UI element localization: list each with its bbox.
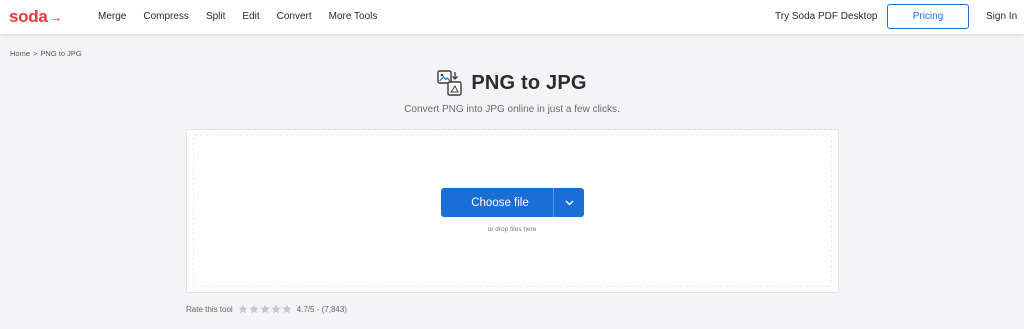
star-rating[interactable] (238, 304, 292, 314)
drop-hint-text: or drop files here (487, 226, 537, 233)
star-icon[interactable] (282, 304, 292, 314)
logo-text: soda (9, 7, 48, 26)
page-subtitle: Convert PNG into JPG online in just a fe… (404, 104, 620, 115)
star-icon[interactable] (238, 304, 248, 314)
nav-item-split[interactable]: Split (206, 11, 225, 22)
breadcrumb-home[interactable]: Home (10, 49, 30, 58)
breadcrumb-separator: > (33, 49, 38, 58)
top-navigation-bar: soda → Merge Compress Split Edit Convert … (0, 0, 1024, 34)
nav-item-merge[interactable]: Merge (98, 11, 126, 22)
chevron-down-icon[interactable] (554, 188, 584, 217)
rating-section: Rate this tool 4.7/5 - (7,843) (186, 304, 347, 314)
nav-item-more-tools[interactable]: More Tools (329, 11, 378, 22)
soda-logo[interactable]: soda → (9, 7, 62, 27)
sign-in-link[interactable]: Sign In (986, 11, 1017, 22)
star-icon[interactable] (260, 304, 270, 314)
rating-label: Rate this tool (186, 304, 233, 314)
star-icon[interactable] (271, 304, 281, 314)
nav-item-convert[interactable]: Convert (277, 11, 312, 22)
page-title: PNG to JPG (471, 71, 587, 94)
nav-item-edit[interactable]: Edit (242, 11, 259, 22)
breadcrumb-current: PNG to JPG (40, 49, 82, 58)
logo-arrow-icon: → (48, 9, 63, 25)
page-header: PNG to JPG (0, 70, 1024, 96)
try-desktop-link[interactable]: Try Soda PDF Desktop (775, 11, 877, 22)
choose-file-button[interactable]: Choose file (441, 188, 584, 217)
nav-item-compress[interactable]: Compress (143, 11, 189, 22)
pricing-button[interactable]: Pricing (887, 4, 969, 29)
main-nav: Merge Compress Split Edit Convert More T… (98, 11, 377, 22)
choose-file-label: Choose file (471, 196, 529, 209)
rating-score: 4.7/5 - (7,843) (296, 304, 347, 314)
breadcrumb: Home > PNG to JPG (10, 49, 82, 58)
png-to-jpg-icon (437, 70, 463, 96)
star-icon[interactable] (249, 304, 259, 314)
